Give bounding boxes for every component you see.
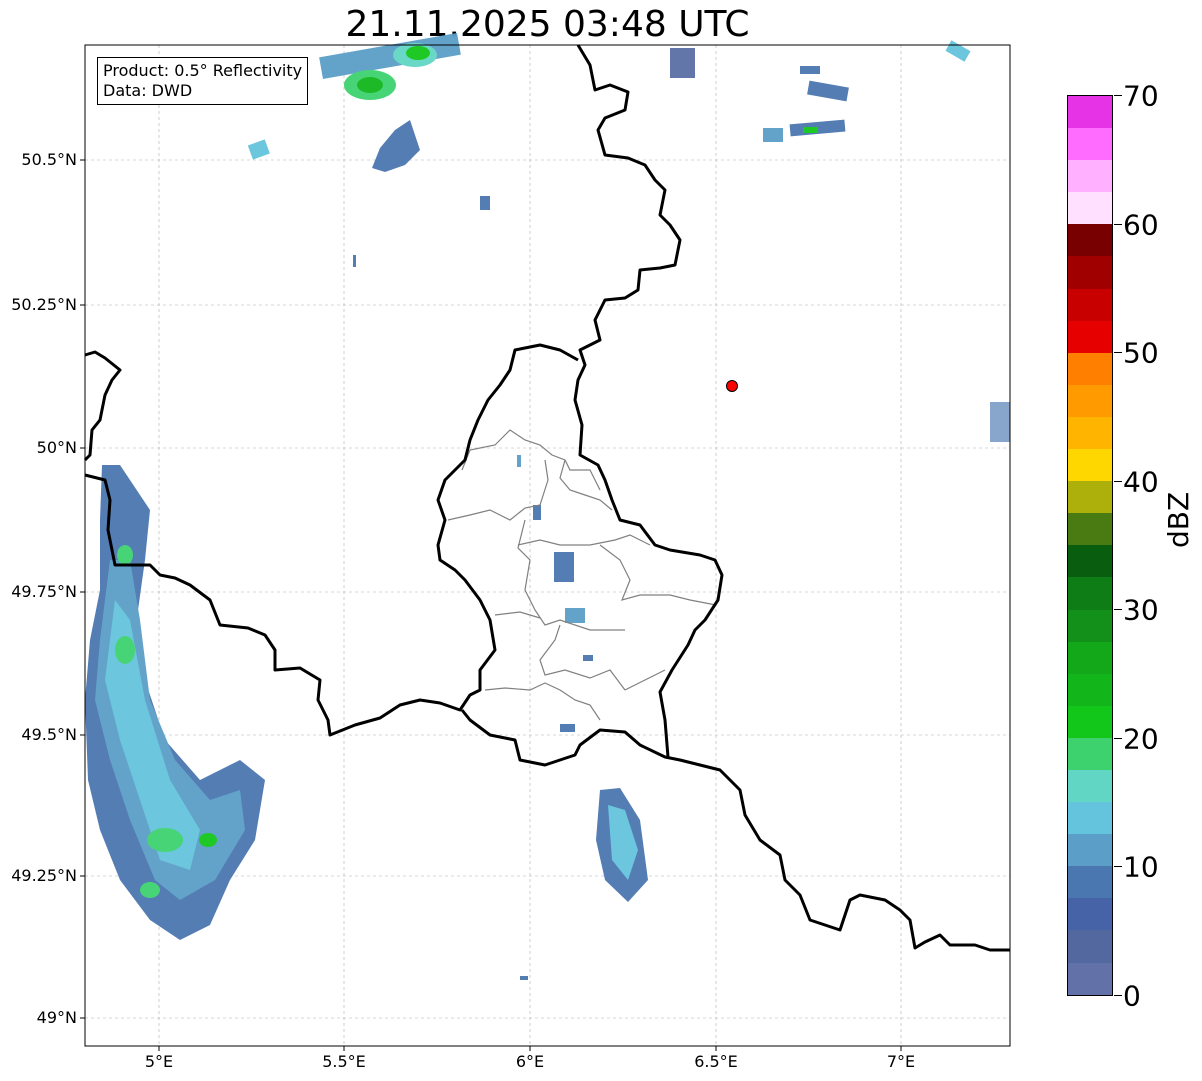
colorbar-segment [1068,898,1112,931]
colorbar-segment [1068,160,1112,193]
lon-tick-label: 7°E [886,1052,916,1071]
colorbar-tick [1114,481,1122,482]
colorbar-unit-label: dBZ [1162,491,1195,548]
colorbar-segment [1068,481,1112,514]
product-info-box: Product: 0.5° Reflectivity Data: DWD [97,57,309,105]
colorbar-segment [1068,705,1112,738]
lon-tick-label: 6.5°E [694,1052,738,1071]
colorbar-segment [1068,802,1112,835]
lon-tick-label: 5°E [144,1052,174,1071]
colorbar-tick-label: 10 [1123,850,1159,884]
colorbar-tick-label: 60 [1123,208,1159,242]
district-boundaries [447,429,717,721]
colorbar-tick [1114,352,1122,353]
colorbar-tick [1114,738,1122,739]
colorbar-segment [1068,673,1112,706]
colorbar-segment [1068,224,1112,257]
colorbar-tick [1114,609,1122,610]
colorbar-segment [1068,866,1112,899]
data-source-label: Data: DWD [103,81,193,100]
colorbar-tick-label: 20 [1123,722,1159,756]
colorbar-segment [1068,609,1112,642]
colorbar-segment [1068,962,1112,995]
colorbar-segment [1068,96,1112,129]
colorbar-tick-label: 30 [1123,593,1159,627]
radar-map [80,33,1011,1051]
colorbar-segment [1068,320,1112,353]
colorbar-segment [1068,737,1112,770]
colorbar-segment [1068,416,1112,450]
colorbar-tick [1114,866,1122,867]
colorbar-segment [1068,288,1112,321]
colorbar-segment [1068,352,1112,385]
colorbar-segment [1068,256,1112,289]
lon-tick-label: 5.5°E [322,1052,366,1071]
colorbar-tick-label: 50 [1123,336,1159,370]
colorbar-segment [1068,930,1112,963]
colorbar-segment [1068,192,1112,225]
colorbar-segment [1068,545,1112,578]
colorbar-tick-label: 0 [1123,979,1141,1013]
product-label: Product: 0.5° Reflectivity [103,61,303,80]
colorbar-segment [1068,384,1112,417]
colorbar-segment [1068,641,1112,674]
location-marker [726,380,738,392]
colorbar-tick [1114,224,1122,225]
lat-tick-label: 49.75°N [11,582,77,601]
lat-tick-label: 50.25°N [11,295,77,314]
colorbar-tick-label: 40 [1123,465,1159,499]
colorbar [1067,95,1113,996]
lon-tick-label: 6°E [515,1052,545,1071]
lat-tick-label: 49.25°N [11,866,77,885]
colorbar-segment [1068,577,1112,610]
colorbar-tick-label: 70 [1123,79,1159,113]
lat-tick-label: 50°N [36,438,77,457]
colorbar-segment [1068,128,1112,161]
lat-tick-label: 50.5°N [21,150,77,169]
colorbar-tick [1114,995,1122,996]
colorbar-segment [1068,769,1112,803]
lat-tick-label: 49°N [36,1008,77,1027]
colorbar-segment [1068,513,1112,546]
colorbar-segment [1068,834,1112,867]
colorbar-segment [1068,449,1112,482]
colorbar-tick [1114,95,1122,96]
radar-echoes [85,33,1010,980]
lat-tick-label: 49.5°N [21,725,77,744]
